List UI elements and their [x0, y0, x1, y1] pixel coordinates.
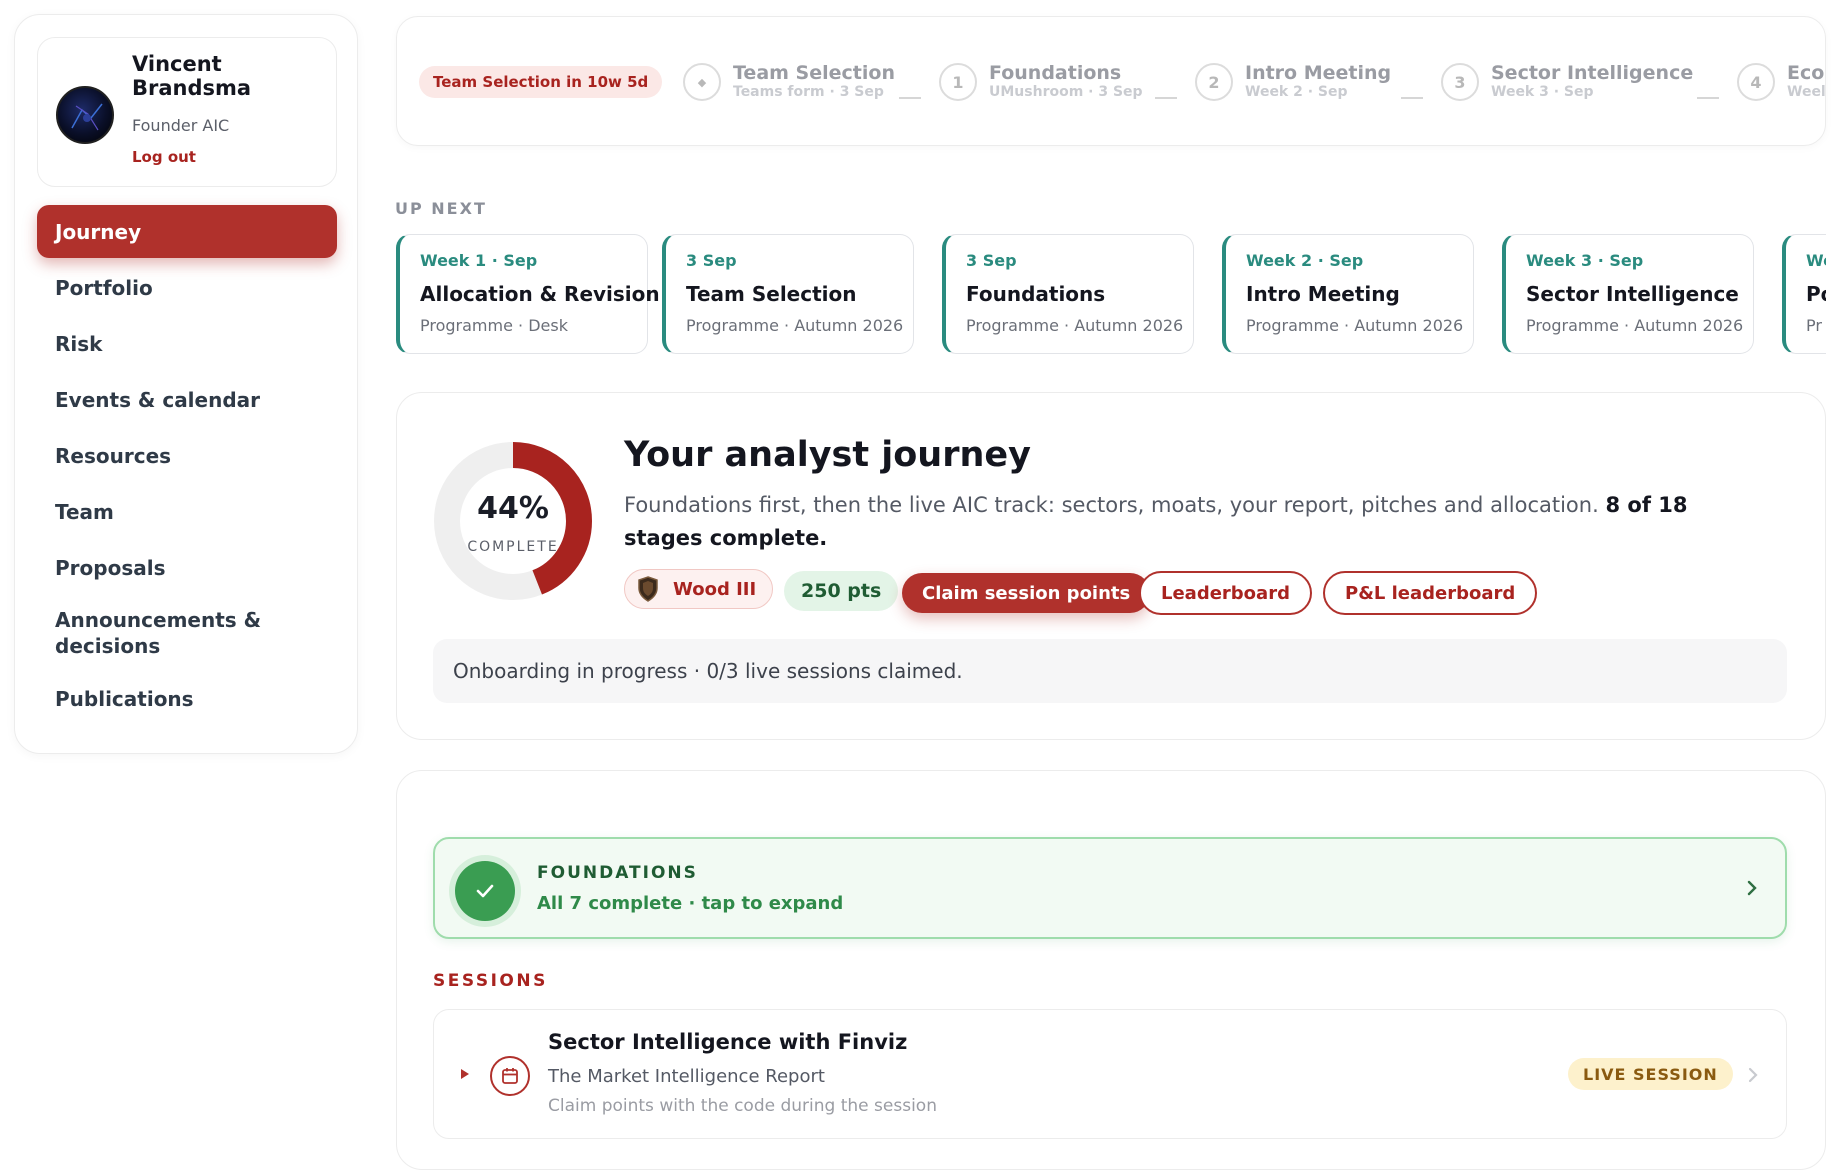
leaderboard-button[interactable]: Leaderboard [1139, 571, 1312, 615]
sidebar-item-resources[interactable]: Resources [37, 429, 337, 482]
step-divider [1155, 97, 1177, 99]
journey-description-text: Foundations first, then the live AIC tra… [624, 493, 1599, 517]
journey-description: Foundations first, then the live AIC tra… [624, 489, 1764, 555]
upnext-list: Week 1 · Sep Allocation & Revision Progr… [396, 234, 1826, 354]
sidebar-item-risk[interactable]: Risk [37, 317, 337, 370]
step-title: Team Selection [733, 62, 895, 84]
upnext-sub: Programme · Autumn 2026 [1246, 316, 1464, 335]
chevron-right-icon [1748, 1067, 1758, 1083]
step-number: 3 [1441, 63, 1479, 101]
step-title: Intro Meeting [1245, 62, 1392, 84]
step-title: Sector Intelligence [1491, 62, 1694, 84]
pl-leaderboard-button[interactable]: P&L leaderboard [1323, 571, 1538, 615]
avatar[interactable] [56, 86, 114, 144]
sidebar-item-journey[interactable]: Journey [37, 205, 337, 258]
foundations-section[interactable]: FOUNDATIONS All 7 complete · tap to expa… [433, 837, 1787, 939]
rank-badge[interactable]: Wood III [624, 569, 774, 609]
upnext-card[interactable]: 3 Sep Foundations Programme · Autumn 202… [942, 234, 1194, 354]
stages-card: FOUNDATIONS All 7 complete · tap to expa… [396, 770, 1826, 1170]
profile-name: Vincent Brandsma [132, 52, 252, 100]
upnext-title: Intro Meeting [1246, 282, 1400, 306]
chevron-right-icon [1747, 880, 1757, 896]
session-note: Claim points with the code during the se… [548, 1096, 937, 1116]
live-session-badge: LIVE SESSION [1568, 1058, 1733, 1090]
session-item[interactable]: Sector Intelligence with Finviz The Mark… [433, 1009, 1787, 1139]
logout-link[interactable]: Log out [132, 148, 196, 166]
sidebar-nav: Journey Portfolio Risk Events & calendar… [37, 205, 337, 728]
onboarding-status: Onboarding in progress · 0/3 live sessio… [433, 639, 1787, 703]
upnext-date: Week 2 · Sep [1246, 251, 1364, 270]
step-sector-intelligence[interactable]: 3 Sector Intelligence Week 3 · Sep [1441, 61, 1693, 103]
page-title: Your analyst journey [624, 435, 1031, 475]
step-title: Eco [1787, 62, 1825, 84]
upnext-card[interactable]: Week 1 · Sep Allocation & Revision Progr… [396, 234, 660, 354]
upnext-sub: Programme · Autumn 2026 [1526, 316, 1744, 335]
step-title: Foundations [989, 62, 1122, 84]
upnext-date: Week 1 · Sep [420, 251, 538, 270]
upnext-sub: Programme · Autumn 2026 [686, 316, 904, 335]
step-number: 2 [1195, 63, 1233, 101]
upnext-title: Po [1806, 282, 1826, 306]
step-number: 4 [1737, 63, 1775, 101]
session-subtitle: The Market Intelligence Report [548, 1066, 825, 1087]
upnext-title: Team Selection [686, 282, 857, 306]
check-icon [455, 861, 515, 921]
upnext-sub: Pr [1806, 316, 1822, 335]
upnext-title: Sector Intelligence [1526, 282, 1739, 306]
upnext-card[interactable]: We Po Pr [1782, 234, 1826, 354]
progress-label: COMPLETE [467, 539, 559, 555]
upnext-sub: Programme · Desk [420, 316, 568, 335]
upnext-sub: Programme · Autumn 2026 [966, 316, 1184, 335]
sidebar: Vincent Brandsma Founder AIC Log out Jou… [14, 14, 358, 754]
step-sub: Week 2 · Sep [1245, 84, 1348, 100]
upnext-date: We [1806, 251, 1826, 270]
countdown-badge: Team Selection in 10w 5d [419, 66, 663, 98]
sidebar-item-publications[interactable]: Publications [37, 672, 337, 725]
step-sub: Week 3 · Sep [1491, 84, 1594, 100]
points-badge: 250 pts [784, 571, 899, 611]
sidebar-item-team[interactable]: Team [37, 485, 337, 538]
upnext-title: Foundations [966, 282, 1106, 306]
play-icon [461, 1069, 469, 1079]
sidebar-item-announcements[interactable]: Announcements & decisions [37, 597, 337, 669]
sessions-heading: SESSIONS [433, 971, 548, 991]
step-sub: Weel [1787, 84, 1826, 100]
sidebar-item-events[interactable]: Events & calendar [37, 373, 337, 426]
journey-stepper: Team Selection in 10w 5d ◆ Team Selectio… [396, 16, 1826, 146]
upnext-card[interactable]: Week 3 · Sep Sector Intelligence Program… [1502, 234, 1754, 354]
journey-card: 44% COMPLETE Your analyst journey Founda… [396, 392, 1826, 740]
sidebar-item-proposals[interactable]: Proposals [37, 541, 337, 594]
step-divider [1697, 97, 1719, 99]
upnext-title: Allocation & Revision [420, 282, 660, 306]
claim-session-points-button[interactable]: Claim session points [902, 573, 1151, 613]
progress-percent: 44% [477, 491, 549, 526]
step-number: 1 [939, 63, 977, 101]
step-team-selection[interactable]: ◆ Team Selection Teams form · 3 Sep [683, 61, 895, 103]
profile-card: Vincent Brandsma Founder AIC Log out [37, 37, 337, 187]
sidebar-item-portfolio[interactable]: Portfolio [37, 261, 337, 314]
foundations-sub: All 7 complete · tap to expand [537, 893, 844, 914]
step-foundations[interactable]: 1 Foundations UMushroom · 3 Sep [939, 61, 1143, 103]
profile-role: Founder AIC [132, 116, 230, 135]
step-divider [1401, 97, 1423, 99]
shield-icon [638, 576, 658, 602]
step-sub: UMushroom · 3 Sep [989, 84, 1143, 100]
diamond-icon: ◆ [683, 63, 721, 101]
step-intro-meeting[interactable]: 2 Intro Meeting Week 2 · Sep [1195, 61, 1391, 103]
upnext-card[interactable]: 3 Sep Team Selection Programme · Autumn … [662, 234, 914, 354]
session-title: Sector Intelligence with Finviz [548, 1030, 908, 1054]
upnext-heading: UP NEXT [395, 199, 487, 218]
upnext-date: 3 Sep [966, 251, 1017, 270]
upnext-date: 3 Sep [686, 251, 737, 270]
rank-label: Wood III [673, 578, 757, 600]
step-eco[interactable]: 4 Eco Weel [1737, 61, 1826, 103]
foundations-title: FOUNDATIONS [537, 863, 698, 883]
step-divider [899, 97, 921, 99]
upnext-date: Week 3 · Sep [1526, 251, 1644, 270]
upnext-card[interactable]: Week 2 · Sep Intro Meeting Programme · A… [1222, 234, 1474, 354]
calendar-icon [490, 1056, 530, 1096]
step-sub: Teams form · 3 Sep [733, 84, 884, 100]
